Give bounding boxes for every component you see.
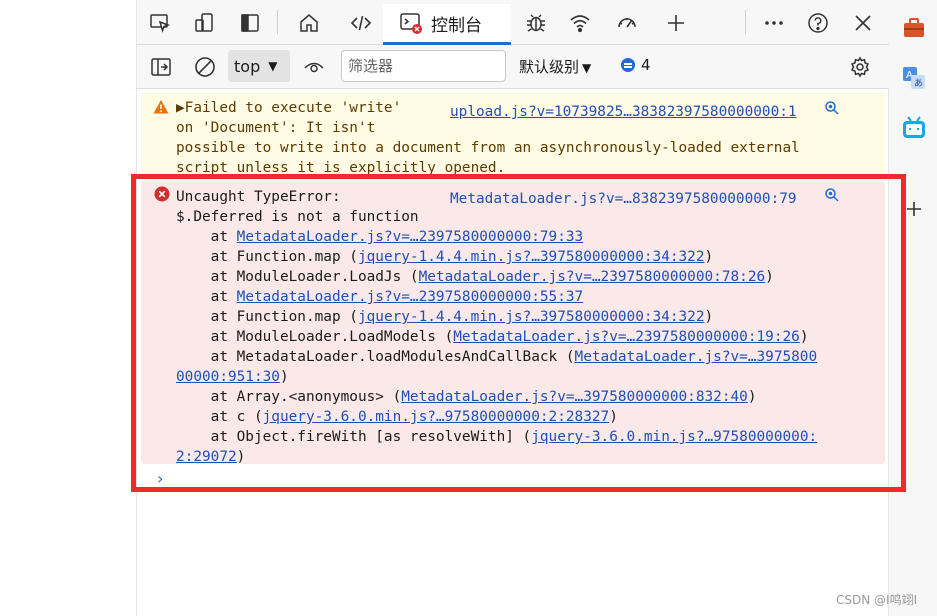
help-icon[interactable] bbox=[803, 8, 833, 38]
filter-input[interactable] bbox=[341, 50, 506, 82]
clear-console-icon[interactable] bbox=[192, 54, 218, 80]
page-content-area bbox=[0, 0, 137, 616]
tab-console[interactable]: 控制台 bbox=[383, 4, 511, 45]
devtools-tabbar: 控制台 bbox=[137, 0, 889, 45]
message-bubble-icon bbox=[621, 58, 635, 72]
performance-gauge-icon[interactable] bbox=[612, 8, 642, 38]
error-highlight-box bbox=[131, 174, 906, 492]
dock-side-icon[interactable] bbox=[235, 8, 265, 38]
tab-console-label: 控制台 bbox=[431, 15, 482, 36]
watermark-text: CSDN @I鸣翊I bbox=[836, 593, 918, 607]
issues-count: 4 bbox=[641, 56, 651, 74]
live-expression-eye-icon[interactable] bbox=[301, 54, 327, 80]
welcome-home-icon[interactable] bbox=[294, 8, 324, 38]
console-toolbar: top ▼ 默认级别▼ 4 bbox=[137, 45, 889, 89]
chevron-down-icon: ▼ bbox=[582, 61, 592, 75]
log-levels-label: 默认级别 bbox=[519, 58, 580, 76]
warning-line: possible to write into a document from a… bbox=[176, 140, 800, 156]
sources-bug-icon[interactable] bbox=[521, 8, 551, 38]
context-selector-label: top bbox=[234, 56, 261, 76]
device-emulation-icon[interactable] bbox=[189, 8, 219, 38]
console-icon bbox=[400, 13, 422, 34]
close-devtools-icon[interactable] bbox=[848, 8, 878, 38]
inspect-element-icon[interactable] bbox=[145, 8, 175, 38]
more-tools-plus-icon[interactable] bbox=[661, 8, 691, 38]
svg-text:あ: あ bbox=[914, 78, 923, 89]
warning-source-link[interactable]: upload.js?v=10739825…38382397580000000:1 bbox=[450, 102, 797, 122]
context-selector[interactable]: top ▼ bbox=[228, 50, 290, 82]
search-magnifier-icon[interactable] bbox=[824, 100, 840, 116]
show-sidebar-icon[interactable] bbox=[148, 54, 174, 80]
elements-tab-icon[interactable] bbox=[346, 8, 376, 38]
translate-icon[interactable]: Aあ bbox=[902, 66, 926, 90]
warning-triangle-icon bbox=[153, 100, 169, 114]
page: 控制台 top ▼ 筛选器 默认级别 ▼ 4 ▶Failed to execut… bbox=[0, 0, 937, 616]
toolbar-separator bbox=[277, 10, 278, 34]
warning-message: ▶Failed to execute 'write' on 'Document'… bbox=[141, 92, 885, 176]
chevron-down-icon: ▼ bbox=[268, 59, 278, 73]
toolbox-icon[interactable] bbox=[902, 16, 926, 40]
log-levels-dropdown[interactable]: 默认级别 ▼ bbox=[519, 56, 591, 77]
issues-counter[interactable]: 4 bbox=[621, 56, 651, 74]
more-options-icon[interactable] bbox=[759, 8, 789, 38]
network-wifi-icon[interactable] bbox=[565, 8, 595, 38]
toolbar-separator bbox=[745, 10, 746, 34]
console-settings-gear-icon[interactable] bbox=[847, 54, 873, 80]
bilibili-tv-icon[interactable] bbox=[902, 116, 926, 140]
